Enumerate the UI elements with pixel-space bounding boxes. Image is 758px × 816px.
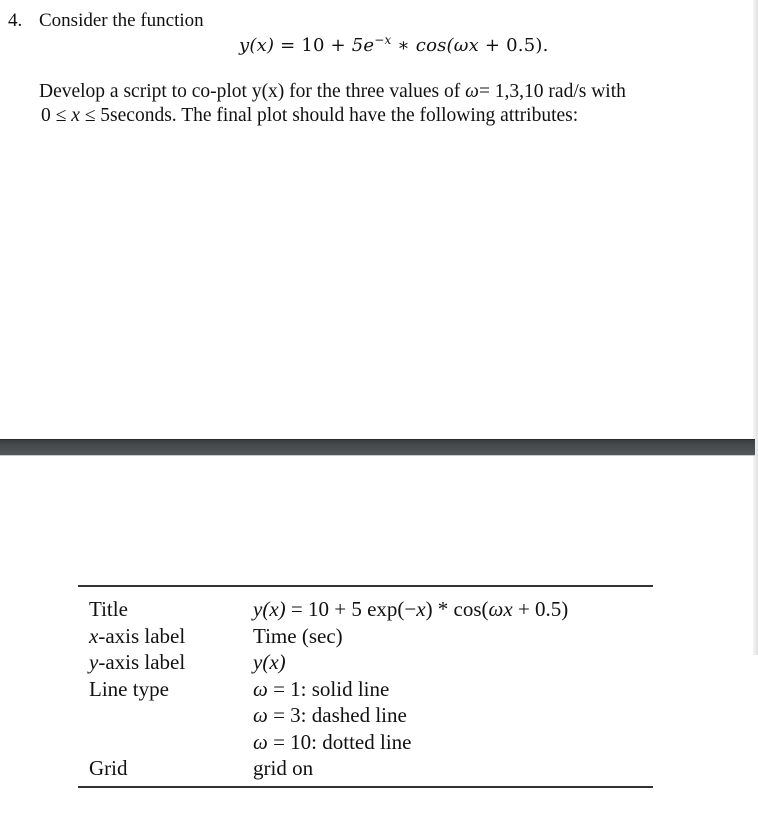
value-text: : solid line [300, 676, 390, 701]
table-bottom-rule [78, 785, 653, 788]
question-heading: 4. Consider the function [8, 10, 204, 32]
paragraph-text: 0 ≤ [41, 105, 72, 126]
label-text: Title [89, 597, 128, 621]
table-top-rule [78, 585, 653, 587]
attributes-table-figure: Title y(x) = 10 + 5 exp(−x) * cos(ωx + 0… [78, 585, 653, 788]
page-edge-shadow [753, 0, 758, 655]
value-text: ωx [488, 597, 513, 621]
row-label [78, 702, 253, 729]
table-row: Grid grid on [78, 755, 568, 782]
equation-lhs: y(x) [239, 35, 275, 56]
row-label [78, 729, 253, 756]
variable-x: x [71, 105, 80, 126]
equation-exponent: −x [374, 33, 392, 47]
table-row: Line type ω = 1: solid line [78, 676, 568, 703]
value-text: 1 [290, 676, 301, 701]
value-text: = 10 + 5 exp(− [285, 597, 417, 621]
omega-symbol: ω [253, 676, 268, 701]
row-value: y(x) [253, 650, 286, 674]
value-text: = [267, 703, 291, 727]
page-divider-bar [0, 439, 755, 456]
equation-equals: = [274, 35, 302, 56]
row-label: Title [78, 596, 253, 623]
label-text: Grid [89, 756, 128, 780]
label-text: y [89, 650, 99, 674]
value-text: 3 [290, 703, 301, 727]
row-value: grid on [253, 756, 314, 780]
paragraph-line-2: 0 ≤ x ≤ 5seconds. The final plot should … [39, 104, 626, 128]
table-row: Title y(x) = 10 + 5 exp(−x) * cos(ωx + 0… [78, 596, 568, 623]
paragraph-text: Develop a script to co-plot y(x) for the… [39, 81, 466, 102]
label-text: -axis label [98, 623, 186, 648]
value-text: : dotted line [311, 729, 412, 754]
equation-plus: + [324, 35, 352, 56]
equation-times: ∗ [391, 35, 416, 56]
equation-tail: + 0.5). [479, 35, 549, 56]
omega-symbol: ω [465, 81, 479, 102]
table-row: y-axis label y(x) [78, 649, 568, 676]
row-value: ω = 1: solid line [253, 676, 568, 703]
equation-coef: 5e [351, 35, 375, 56]
row-value: ω = 10: dotted line [253, 729, 568, 756]
table-row: ω = 3: dashed line [78, 702, 568, 729]
row-value: Time (sec) [253, 623, 343, 648]
function-equation: y(x) = 10 + 5e−x ∗ cos(ωx + 0.5). [239, 34, 549, 58]
equation-term1: 10 [301, 35, 325, 56]
table-row: x-axis label Time (sec) [78, 623, 568, 650]
omega-symbol: ω [253, 703, 268, 727]
label-text: Line type [89, 676, 169, 701]
question-intro: Consider the function [39, 10, 204, 31]
value-text: 10 [290, 729, 312, 754]
attributes-table: Title y(x) = 10 + 5 exp(−x) * cos(ωx + 0… [78, 596, 568, 782]
row-label: Grid [78, 755, 253, 782]
value-text: : dashed line [300, 703, 407, 727]
paragraph-line-1: Develop a script to co-plot y(x) for the… [39, 80, 626, 104]
row-label: x-axis label [78, 623, 253, 650]
value-text: x [416, 597, 426, 621]
value-text: + 0.5) [512, 597, 569, 621]
equation-func: cos(ωx [415, 35, 480, 56]
row-label: Line type [78, 676, 253, 703]
question-number: 4. [8, 10, 23, 31]
row-label: y-axis label [78, 649, 253, 676]
table-row: ω = 10: dotted line [78, 729, 568, 756]
value-text: = [267, 676, 291, 701]
value-text: = [267, 729, 291, 754]
question-paragraph: Develop a script to co-plot y(x) for the… [39, 80, 626, 128]
row-value: y(x) = 10 + 5 exp(−x) * cos(ωx + 0.5) [253, 596, 568, 623]
label-text: -axis label [98, 650, 186, 674]
label-text: x [89, 623, 99, 648]
paragraph-text: ≤ 5seconds. The final plot should have t… [79, 105, 579, 126]
omega-symbol: ω [253, 729, 268, 754]
value-text: y(x) [253, 597, 286, 621]
row-value: ω = 3: dashed line [253, 702, 568, 729]
value-text: ) * cos( [425, 597, 489, 621]
paragraph-text: = 1,3,10 rad/s with [478, 81, 626, 102]
